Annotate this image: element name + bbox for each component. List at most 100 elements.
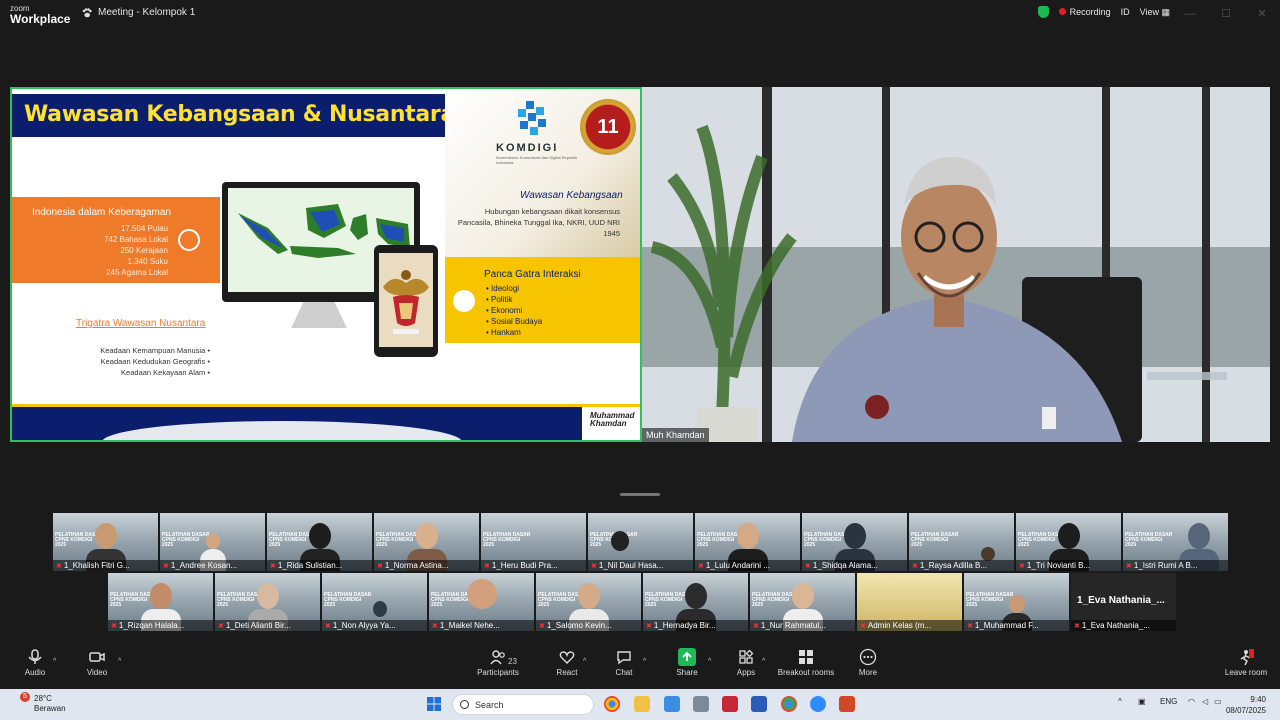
- trigatra-title: Trigatra Wawasan Nusantara: [76, 318, 206, 329]
- pg-item: • Ideologi: [486, 284, 520, 293]
- meeting-id-button[interactable]: ID: [1121, 7, 1130, 17]
- weather-widget[interactable]: 28°C Berawan: [34, 694, 66, 714]
- taskbar-search-input[interactable]: Search: [452, 694, 594, 715]
- participant-tile[interactable]: PELATIHAN DASAR CPNS KOMDIGI 2025 ✖ 1_Istri …: [1123, 513, 1228, 571]
- trigatra-item: Keadaan Kedudukan Geografis •: [100, 357, 210, 366]
- participants-icon: [490, 650, 505, 665]
- more-label: More: [858, 668, 878, 677]
- participant-tile[interactable]: PELATIHAN DASAR CPNS KOMDIGI 2025 ✖ 1_Nur Ra…: [750, 573, 855, 631]
- participant-tile[interactable]: PELATIHAN DASAR CPNS KOMDIGI 2025 ✖ 1_Andree…: [160, 513, 265, 571]
- komdigi-subtitle: Kementerian Komunikasi dan Digital Repub…: [496, 155, 578, 165]
- share-options-chevron-icon[interactable]: ^: [708, 658, 711, 665]
- participant-tile[interactable]: PELATIHAN DASAR CPNS KOMDIGI 2025 ✖ 1_Norma …: [374, 513, 479, 571]
- muted-mic-icon: ✖: [377, 563, 383, 570]
- battery-icon[interactable]: ▭: [1214, 697, 1222, 706]
- pg-item: • Hankam: [486, 328, 521, 337]
- volume-icon[interactable]: ◁: [1202, 697, 1208, 706]
- chat-options-chevron-icon[interactable]: ^: [643, 658, 646, 665]
- participant-tile[interactable]: PELATIHAN DASAR CPNS KOMDIGI 2025 ✖ 1_Hernad…: [643, 573, 748, 631]
- zoom-app-icon[interactable]: [810, 696, 826, 712]
- share-button[interactable]: Share: [672, 648, 702, 677]
- participant-tile[interactable]: PELATIHAN DASAR CPNS KOMDIGI 2025 ✖ 1_Deti A…: [215, 573, 320, 631]
- recording-indicator[interactable]: Recording: [1058, 7, 1111, 17]
- participant-tile[interactable]: PELATIHAN DASAR CPNS KOMDIGI 2025 ✖ 1_Nil Da…: [588, 513, 693, 571]
- windows-start-icon[interactable]: [426, 696, 442, 712]
- tray-app-icon[interactable]: ▣: [1138, 697, 1146, 706]
- taskbar-clock[interactable]: 9:40 08/07/2025: [1226, 694, 1266, 716]
- audio-options-chevron-icon[interactable]: ^: [53, 658, 56, 665]
- participant-tile[interactable]: PELATIHAN DASAR CPNS KOMDIGI 2025 ✖ 1_Raysa …: [909, 513, 1014, 571]
- calculator-icon[interactable]: [693, 696, 709, 712]
- react-options-chevron-icon[interactable]: ^: [583, 658, 586, 665]
- file-explorer-icon[interactable]: [634, 696, 650, 712]
- chat-button[interactable]: Chat: [609, 648, 639, 677]
- monitor-stand: [291, 302, 347, 328]
- participant-tile[interactable]: PELATIHAN DASAR CPNS KOMDIGI 2025 ✖ 1_Khalis…: [53, 513, 158, 571]
- tray-overflow-chevron-icon[interactable]: ^: [1118, 697, 1122, 706]
- search-icon: [460, 700, 469, 709]
- language-indicator[interactable]: ENG: [1160, 697, 1177, 706]
- meeting-title-text: Meeting - Kelompok 1: [98, 7, 196, 18]
- speaker-video[interactable]: [642, 87, 1270, 442]
- word-icon[interactable]: [751, 696, 767, 712]
- red-app-icon[interactable]: [722, 696, 738, 712]
- leave-room-button[interactable]: Leave room: [1222, 648, 1270, 677]
- chrome-like-icon: [178, 229, 200, 251]
- participant-tile[interactable]: PELATIHAN DASAR CPNS KOMDIGI 2025 ✖ 1_Muhamm…: [964, 573, 1069, 631]
- view-label: View: [1139, 6, 1159, 17]
- participants-count: 23: [508, 657, 517, 666]
- snipping-tool-icon[interactable]: [664, 696, 680, 712]
- close-icon[interactable]: ✕: [1244, 0, 1280, 28]
- wk-title: Wawasan Kebangsaan: [520, 190, 623, 201]
- video-button[interactable]: Video: [82, 648, 112, 677]
- garuda-image: [379, 253, 433, 347]
- microphone-icon: [28, 649, 42, 664]
- react-button[interactable]: React: [552, 648, 582, 677]
- weather-desc: Berawan: [34, 704, 66, 713]
- muted-mic-icon: ✖: [111, 623, 117, 630]
- more-button[interactable]: More: [853, 648, 883, 677]
- participant-tile[interactable]: PELATIHAN DASAR CPNS KOMDIGI 2025 ✖ 1_Lulu A…: [695, 513, 800, 571]
- aperture-icon: [453, 290, 475, 312]
- apps-options-chevron-icon[interactable]: ^: [762, 658, 765, 665]
- apps-label: Apps: [736, 668, 756, 677]
- weather-notification-badge: 5: [20, 692, 30, 702]
- meeting-title[interactable]: Meeting - Kelompok 1: [82, 7, 195, 18]
- participant-tile[interactable]: PELATIHAN DASAR CPNS KOMDIGI 2025 ✖ 1_Rida S…: [267, 513, 372, 571]
- titlebar-right: Recording ID View ▦: [1037, 6, 1170, 18]
- minimize-icon[interactable]: —: [1172, 0, 1208, 28]
- trigatra-item: Keadaan Kemampuan Manusia •: [100, 346, 210, 355]
- apps-button[interactable]: Apps: [731, 648, 761, 677]
- participant-tile[interactable]: PELATIHAN DASAR CPNS KOMDIGI 2025 ✖ 1_Non Al…: [322, 573, 427, 631]
- participant-tile[interactable]: PELATIHAN DASAR CPNS KOMDIGI 2025 ✖ 1_Tri No…: [1016, 513, 1121, 571]
- participant-tile[interactable]: PELATIHAN DASAR CPNS KOMDIGI 2025 ✖ 1_Heru B…: [481, 513, 586, 571]
- muted-mic-icon: ✖: [753, 623, 759, 630]
- wifi-icon[interactable]: ◠: [1188, 697, 1195, 706]
- powerpoint-icon[interactable]: [839, 696, 855, 712]
- participant-tile[interactable]: 1_Eva Nathania_... ✖ 1_Eva Nathania_...: [1071, 573, 1176, 631]
- participants-label: Participants: [477, 668, 519, 677]
- share-label: Share: [676, 668, 698, 677]
- video-options-chevron-icon[interactable]: ^: [118, 658, 121, 665]
- breakout-rooms-label: Breakout rooms: [777, 668, 835, 677]
- pg-item: • Sosial Budaya: [486, 317, 543, 326]
- grid-icon: ▦: [1161, 6, 1170, 17]
- participant-tile[interactable]: PELATIHAN DASAR CPNS KOMDIGI 2025 ✖ 1_Maikel…: [429, 573, 534, 631]
- weather-temp: 28°C: [34, 694, 52, 703]
- chrome-icon[interactable]: [604, 696, 620, 712]
- muted-mic-icon: ✖: [484, 563, 490, 570]
- encryption-shield-icon[interactable]: [1037, 6, 1049, 18]
- participant-tile[interactable]: PELATIHAN DASAR CPNS KOMDIGI 2025 ✖ 1_Salomo…: [536, 573, 641, 631]
- meeting-toolbar: Audio ^ Video ^ Participants React ^ Cha…: [0, 648, 1280, 688]
- gallery-resize-handle[interactable]: [620, 493, 660, 496]
- chrome-profile-icon[interactable]: [781, 696, 797, 712]
- participant-tile[interactable]: PELATIHAN DASAR CPNS KOMDIGI 2025 ✖ 1_Shidqa…: [802, 513, 907, 571]
- video-label: Video: [86, 668, 108, 677]
- participant-tile[interactable]: PELATIHAN DASAR CPNS KOMDIGI 2025 ✖ 1_Rizqan…: [108, 573, 213, 631]
- diversity-item: 250 Kerajaan: [120, 246, 168, 255]
- participant-tile[interactable]: ✖ Admin Kelas (m...: [857, 573, 962, 631]
- view-button[interactable]: View ▦: [1140, 7, 1170, 18]
- maximize-icon[interactable]: ☐: [1208, 0, 1244, 28]
- audio-button[interactable]: Audio: [20, 648, 50, 677]
- breakout-rooms-button[interactable]: Breakout rooms: [776, 648, 836, 677]
